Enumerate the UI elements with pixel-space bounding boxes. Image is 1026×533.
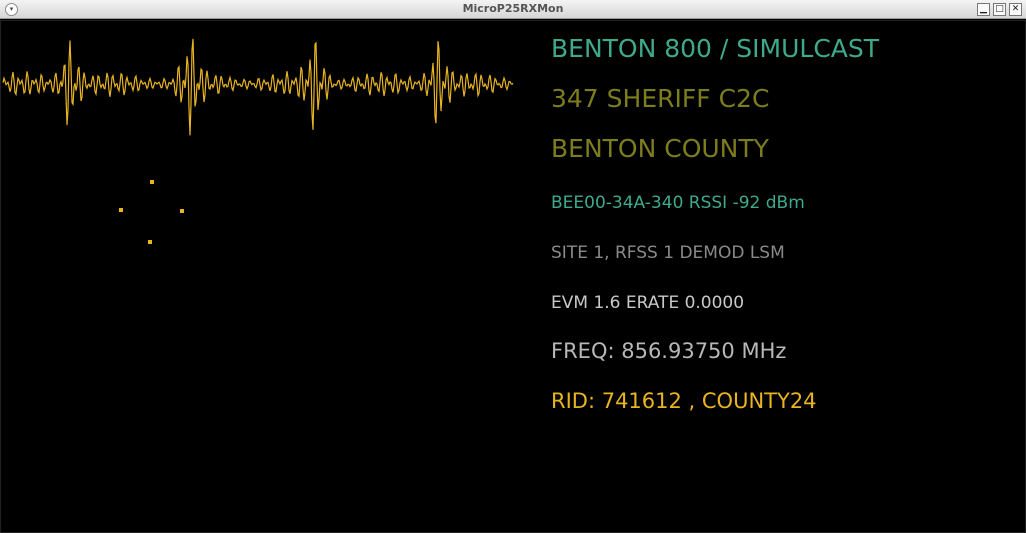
talkgroup-label: 347 SHERIFF C2C [551,84,770,113]
minimize-button[interactable]: ▁ [977,3,990,16]
evm-erate: EVM 1.6 ERATE 0.0000 [551,293,745,313]
constellation-point [150,180,152,182]
system-name: BENTON 800 / SIMULCAST [551,34,880,63]
app-window: ▾ MicroP25RXMon ▁ □ ✕ BENTON 800 / SIMUL… [0,0,1026,533]
maximize-button[interactable]: □ [993,3,1006,16]
site-rssi: BEE00-34A-340 RSSI -92 dBm [551,193,805,213]
frequency: FREQ: 856.93750 MHz [551,339,787,363]
constellation-point [180,209,182,211]
constellation-point [119,208,121,210]
constellation-point [180,211,182,213]
constellation-point [121,210,123,212]
constellation-point [152,182,154,184]
constellation-point [148,242,150,244]
constellation-point [182,211,184,213]
title-bar[interactable]: ▾ MicroP25RXMon ▁ □ ✕ [0,0,1026,19]
constellation-point [150,182,152,184]
audio-waveform [2,38,514,136]
close-button[interactable]: ✕ [1009,3,1022,16]
site-detail: SITE 1, RFSS 1 DEMOD LSM [551,243,785,263]
scope-panel [2,38,514,244]
constellation-point [150,242,152,244]
constellation-point [182,209,184,211]
constellation-plot [119,180,184,244]
constellation-point [148,240,150,242]
constellation-point [152,180,154,182]
constellation-point [119,210,121,212]
radio-id: RID: 741612 , COUNTY24 [551,389,817,413]
group-name: BENTON COUNTY [551,134,769,163]
window-title: MicroP25RXMon [462,2,564,15]
constellation-point [150,240,152,242]
constellation-point [121,208,123,210]
